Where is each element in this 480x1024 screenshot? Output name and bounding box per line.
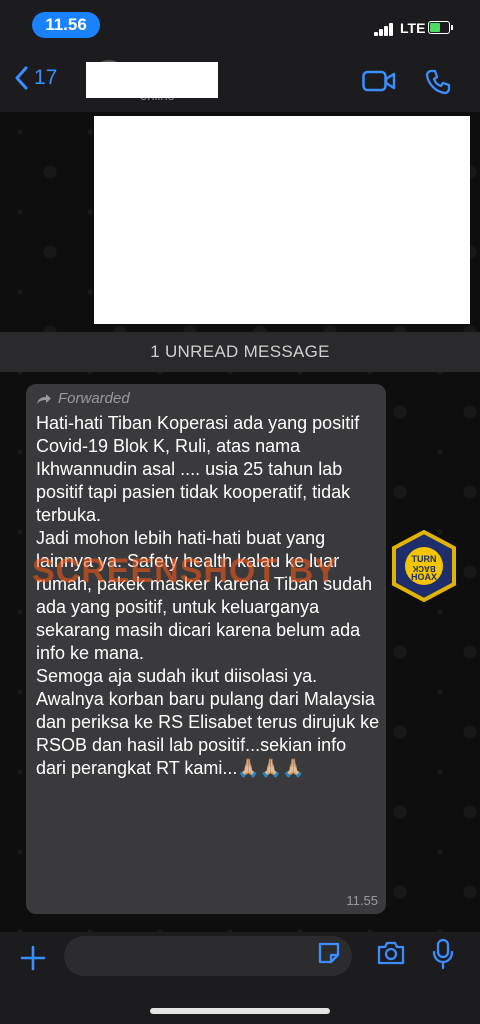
microphone-icon	[432, 938, 454, 970]
forwarded-text: Forwarded	[58, 390, 130, 407]
svg-text:TURN: TURN	[412, 554, 437, 564]
chat-header: 17 online	[0, 50, 480, 112]
message-timestamp: 11.55	[346, 893, 378, 908]
camera-icon	[377, 941, 405, 965]
plus-icon	[20, 945, 46, 971]
microphone-button[interactable]	[432, 938, 454, 975]
sticker-icon	[318, 942, 340, 964]
signal-icon	[374, 22, 396, 36]
redacted-message	[94, 116, 470, 324]
back-button[interactable]: 17	[14, 66, 57, 90]
whatsapp-chat-screen: 11.56 LTE 17 online	[0, 0, 480, 1024]
svg-text:HOAX: HOAX	[411, 572, 437, 582]
back-unread-count: 17	[34, 66, 58, 89]
video-call-button[interactable]	[362, 70, 396, 97]
network-type: LTE	[400, 20, 426, 36]
voice-call-button[interactable]	[424, 68, 452, 101]
message-text: Hati-hati Tiban Koperasi ada yang positi…	[36, 413, 380, 778]
battery-icon	[428, 21, 453, 34]
forwarded-label: Forwarded	[36, 390, 130, 407]
sticker-button[interactable]	[316, 940, 342, 971]
home-indicator	[150, 1008, 330, 1014]
forward-arrow-icon	[37, 393, 51, 404]
chevron-left-icon	[15, 66, 28, 90]
message-input-bar	[0, 932, 480, 1024]
message-bubble[interactable]: Forwarded Hati-hati Tiban Koperasi ada y…	[26, 384, 386, 914]
attach-plus-button[interactable]	[20, 940, 46, 980]
camera-button[interactable]	[376, 940, 406, 971]
contact-name-redaction[interactable]	[86, 62, 218, 98]
watermark-text: SCREENSHOT BY	[32, 552, 338, 590]
video-camera-icon	[362, 70, 396, 92]
turnbackhoax-badge: TURN BACK HOAX	[388, 529, 460, 603]
unread-banner: 1 UNREAD MESSAGE	[0, 332, 480, 372]
status-bar: 11.56 LTE	[0, 0, 480, 50]
message-input[interactable]	[64, 936, 352, 976]
phone-icon	[425, 69, 451, 95]
status-time: 11.56	[32, 12, 100, 38]
